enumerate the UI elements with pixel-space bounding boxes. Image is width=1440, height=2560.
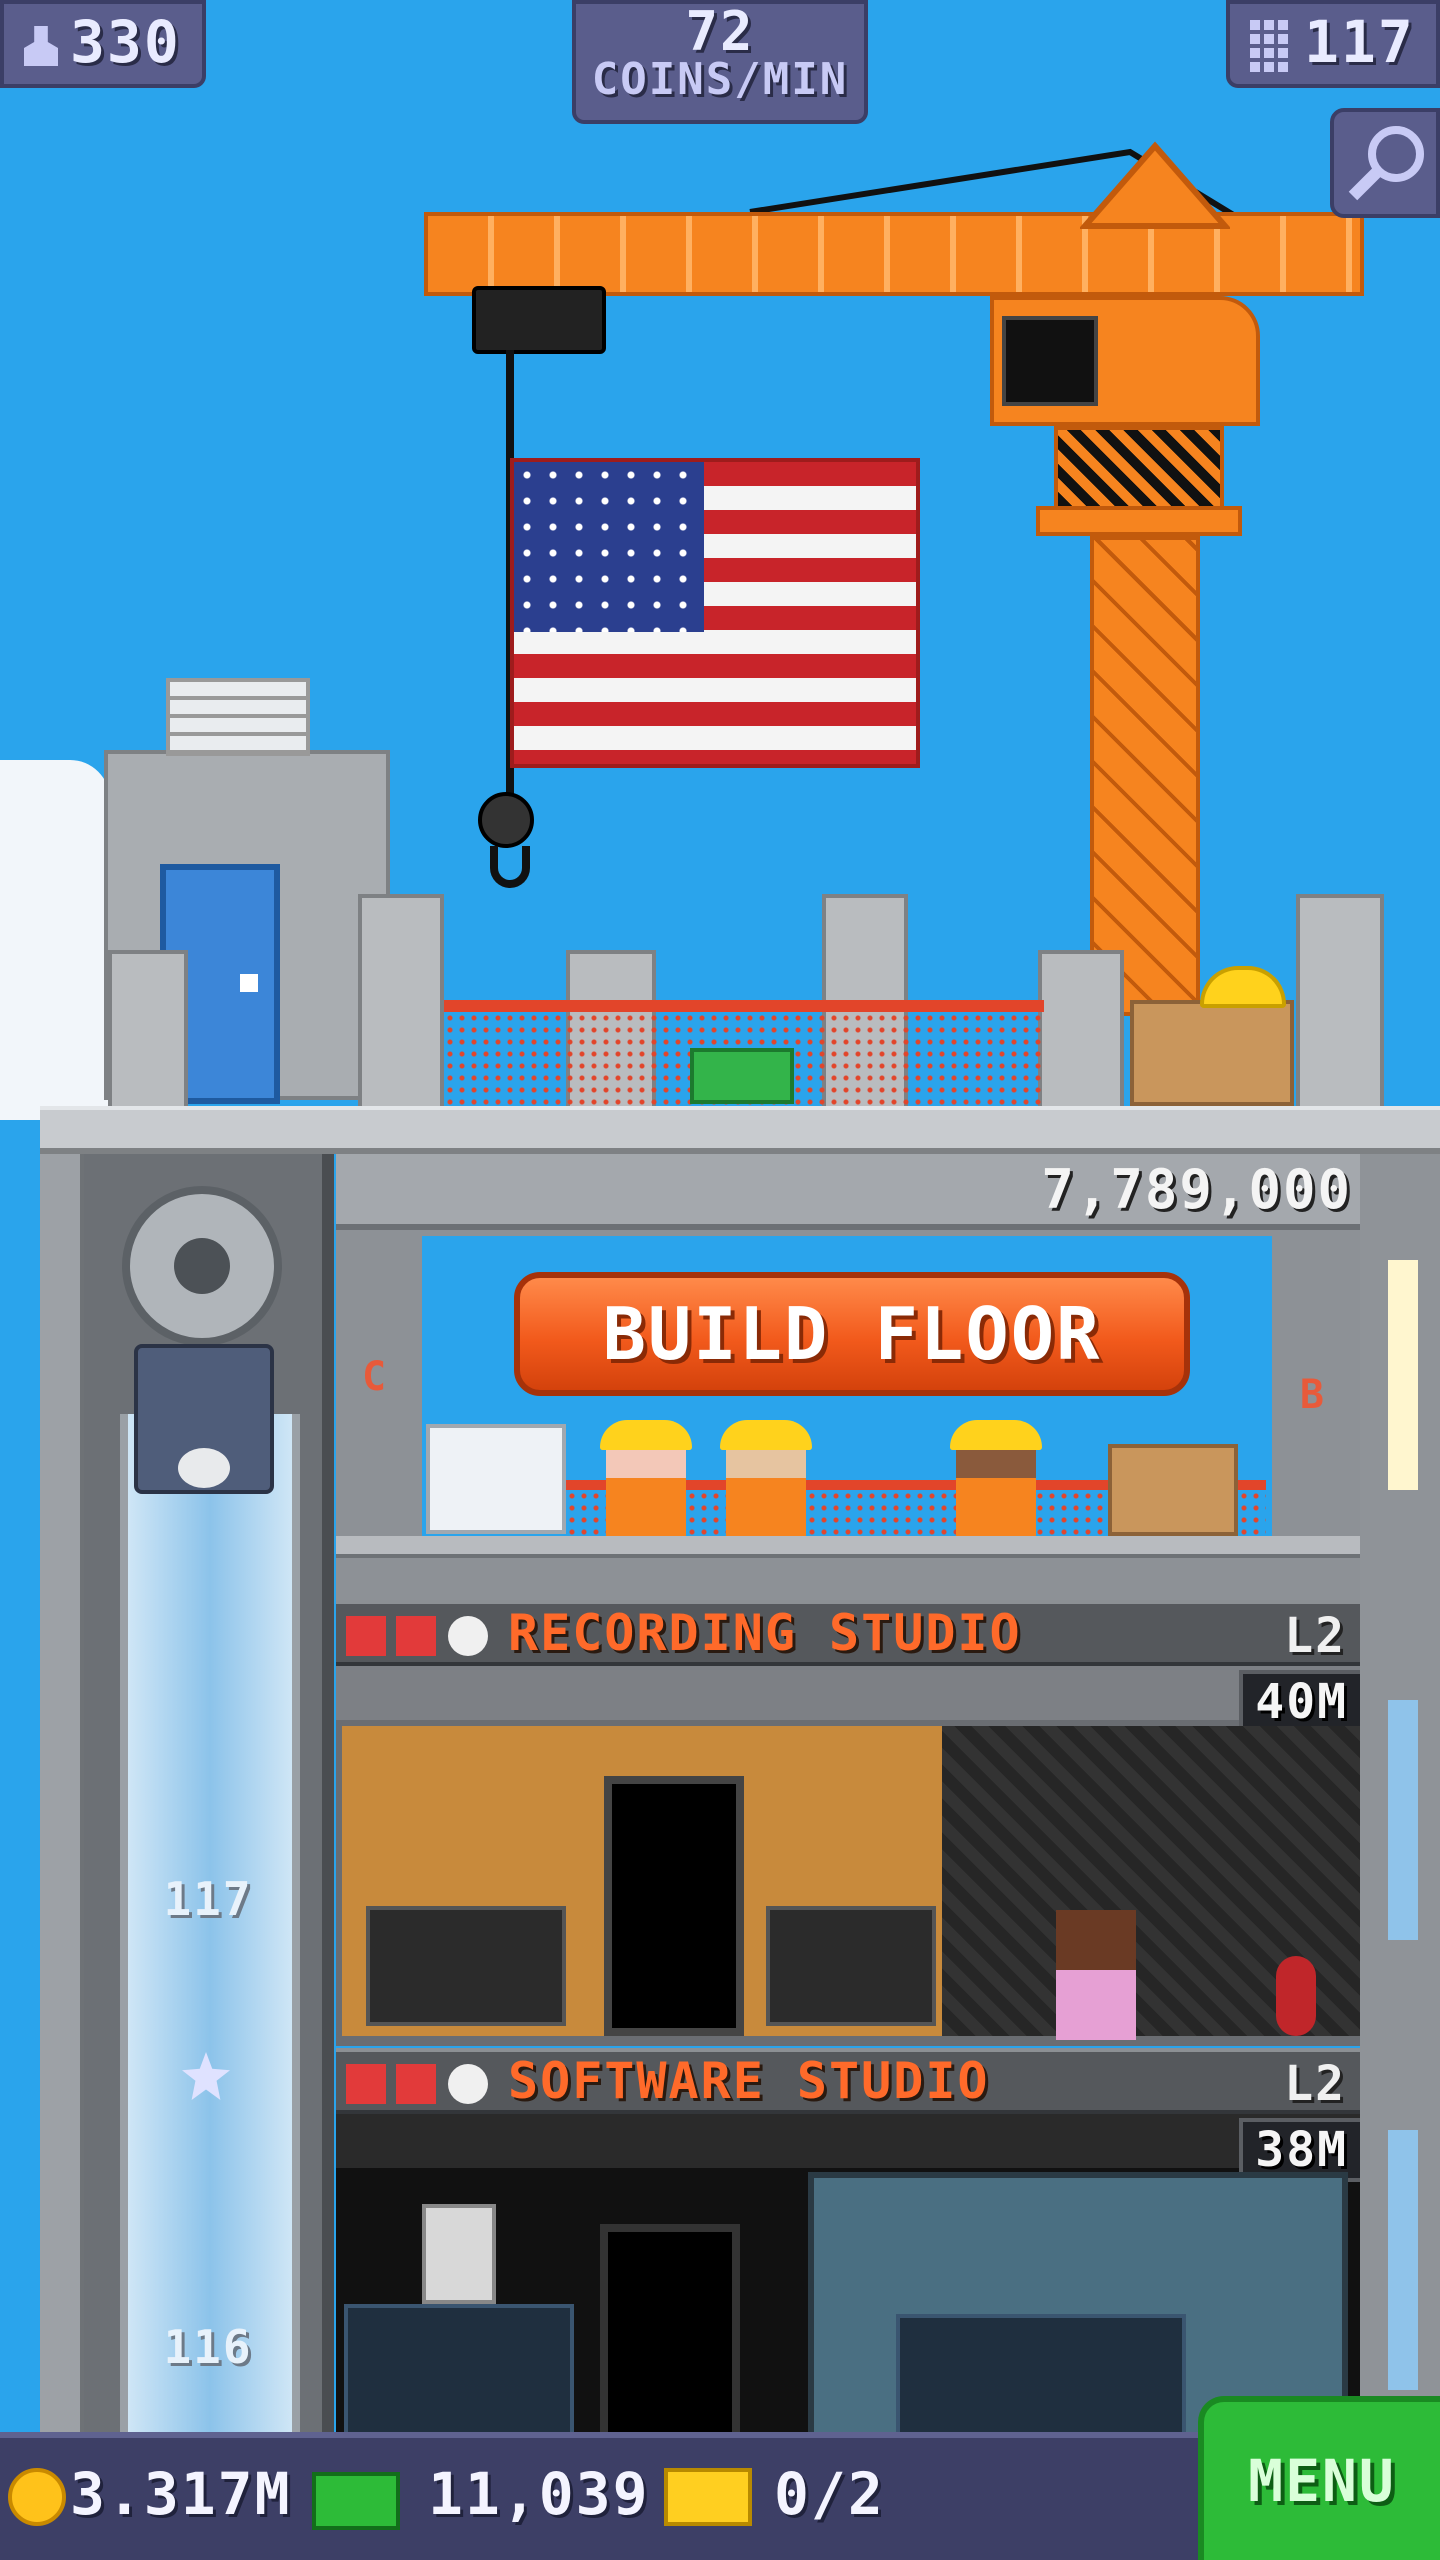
roof-vent [166, 678, 310, 756]
crane-apex [1080, 141, 1230, 229]
calendar-icon [422, 2204, 496, 2304]
worker [950, 1420, 1042, 1536]
floor-name: RECORDING STUDIO [508, 1604, 1022, 1662]
building-wall-left [40, 1154, 84, 2444]
roof-pillar [1038, 950, 1124, 1110]
coin-icon[interactable] [8, 2468, 66, 2526]
toolbox-icon [690, 1048, 794, 1104]
hook-icon [478, 792, 534, 848]
elevator-pulley [122, 1186, 282, 1346]
menu-label: MENU [1248, 2447, 1396, 2515]
floor-count-value: 117 [1304, 8, 1415, 76]
status-x-icon [346, 2064, 386, 2104]
build-floor-button[interactable]: BUILD FLOOR [514, 1272, 1190, 1396]
status-x-icon [396, 1616, 436, 1656]
guitar-icon [1276, 1956, 1316, 2036]
floor-counter[interactable]: 117 [1226, 0, 1440, 88]
crane-cab-window [1002, 316, 1098, 406]
crane-collar [1036, 506, 1242, 536]
construction-cost: 7,789,000 [1041, 1158, 1352, 1221]
floor-name: SOFTWARE STUDIO [508, 2052, 990, 2110]
building-icon [1250, 20, 1290, 76]
roof-slab [40, 1106, 1440, 1154]
construction-floor[interactable]: 7,789,000 C B BUILD FLOOR [336, 1154, 1360, 1604]
coins-per-min-label: COINS/MIN [591, 54, 849, 105]
flag-canton [514, 462, 704, 632]
elevator-floor-label: 117 [163, 1872, 253, 1926]
elevator-light-icon [178, 1448, 230, 1488]
door-knob-icon [240, 974, 258, 992]
side-window [1388, 1260, 1418, 1490]
side-window [1388, 1700, 1418, 1940]
build-floor-label: BUILD FLOOR [602, 1292, 1102, 1376]
floor-level: L2 [1284, 2056, 1346, 2112]
coins-per-min-panel: 72 COINS/MIN [572, 0, 868, 124]
clock-icon [448, 1616, 488, 1656]
floor-level: L2 [1284, 1608, 1346, 1664]
computer-desk [344, 2304, 574, 2444]
zoom-button[interactable] [1330, 108, 1440, 218]
bux-icon[interactable] [312, 2472, 400, 2530]
left-marker: C [362, 1354, 389, 1400]
roof-pillar [358, 894, 444, 1110]
american-flag [510, 458, 920, 768]
clock-icon [448, 2064, 488, 2104]
floor-room-recording-studio[interactable]: 40M [336, 1666, 1360, 2046]
elevator-shaft[interactable]: 117 116 [84, 1154, 334, 2444]
supply-crate [1130, 1000, 1294, 1106]
elevator-car[interactable] [134, 1344, 274, 1494]
person-icon [24, 26, 58, 66]
office-door [600, 2224, 740, 2444]
hardhat-icon [720, 1420, 812, 1450]
menu-button[interactable]: MENU [1198, 2396, 1440, 2560]
floor-room-software-studio[interactable]: 38M [336, 2114, 1360, 2444]
worker [720, 1420, 812, 1536]
computer-desk [896, 2314, 1186, 2444]
room-ceiling [336, 2114, 1360, 2168]
pulley-hub-icon [174, 1238, 230, 1294]
magnifier-handle [1348, 167, 1382, 201]
elevator-track [120, 1414, 300, 2444]
studio-door [604, 1776, 744, 2036]
tickets-value[interactable]: 0/2 [774, 2460, 885, 2528]
supply-crate [1108, 1444, 1238, 1536]
crane-turntable [1054, 426, 1224, 510]
right-marker: B [1299, 1372, 1326, 1418]
hardhat-icon [1200, 966, 1286, 1008]
hardhat-icon [950, 1420, 1042, 1450]
floor-slab [336, 1536, 1360, 1558]
room-ceiling [336, 1666, 1360, 1720]
crane-mast [1090, 536, 1200, 1016]
floor-banner-recording-studio[interactable]: RECORDING STUDIO L2 [336, 1600, 1360, 1666]
side-window [1388, 2130, 1418, 2390]
insulation-roll [426, 1424, 566, 1534]
ticket-icon[interactable] [664, 2468, 752, 2526]
status-x-icon [346, 1616, 386, 1656]
floor-cost: 40M [1239, 1670, 1360, 1734]
floor-banner-software-studio[interactable]: SOFTWARE STUDIO L2 [336, 2048, 1360, 2114]
roof-pillar [108, 950, 188, 1110]
musician [1056, 1910, 1136, 2040]
hardhat-icon [600, 1420, 692, 1450]
elevator-floor-label: 116 [163, 2320, 253, 2374]
bux-value[interactable]: 11,039 [428, 2460, 650, 2528]
population-value: 330 [70, 8, 181, 76]
mixing-console [766, 1906, 936, 2026]
population-counter[interactable]: 330 [0, 0, 206, 88]
mixing-console [366, 1906, 566, 2026]
hook-curve [490, 846, 530, 888]
status-x-icon [396, 2064, 436, 2104]
roof-pillar [1296, 894, 1384, 1110]
worker [600, 1420, 692, 1536]
cloud [0, 760, 110, 1120]
coins-value[interactable]: 3.317M [70, 2460, 292, 2528]
crane-trolley [472, 286, 606, 354]
